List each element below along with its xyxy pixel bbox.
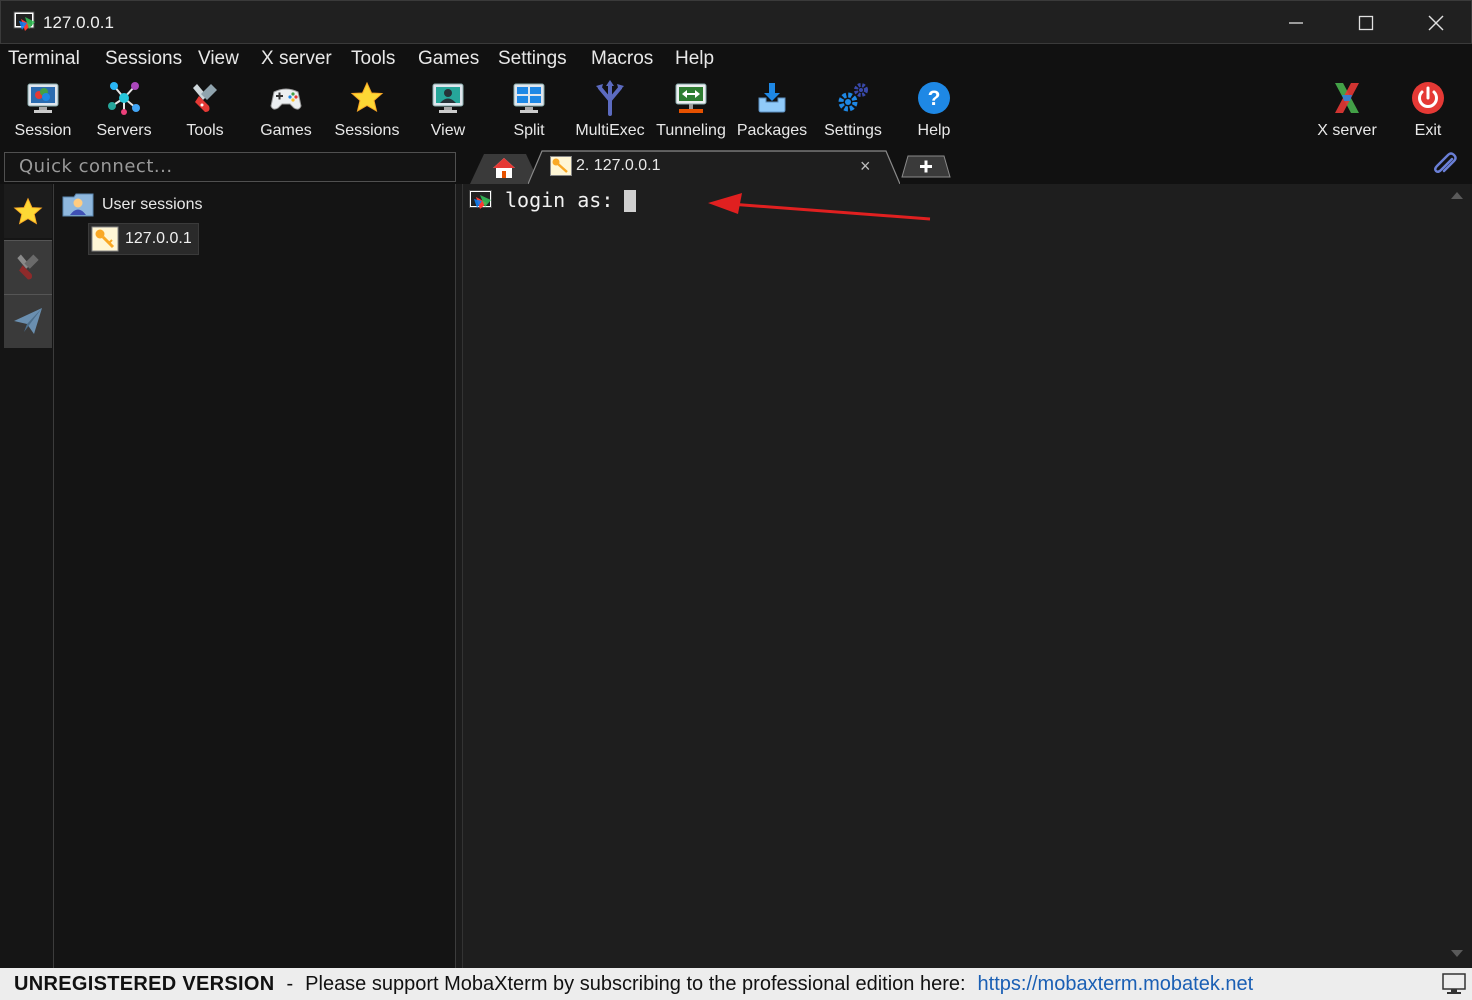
status-separator: - — [286, 972, 294, 995]
games-button[interactable]: Games — [246, 78, 326, 144]
tunneling-button[interactable]: Tunneling — [651, 78, 731, 144]
mobaxterm-app-icon — [13, 11, 35, 31]
servers-button[interactable]: Servers — [84, 78, 164, 144]
view-monitor-icon — [432, 83, 464, 113]
sidebar-sftp-tab[interactable] — [4, 294, 52, 348]
main-toolbar: Session Servers Tools Games Sessions Vie… — [0, 74, 1472, 148]
sidebar-tabs — [0, 184, 54, 968]
quick-connect-input[interactable]: Quick connect... — [4, 152, 456, 182]
menu-settings[interactable]: Settings — [498, 48, 567, 70]
terminal-view[interactable]: login as: — [462, 184, 1444, 968]
title-bar: 127.0.0.1 — [0, 0, 1472, 44]
tab-close-button[interactable]: × — [860, 156, 871, 177]
home-icon — [493, 158, 515, 178]
menu-sessions[interactable]: Sessions — [105, 48, 182, 70]
session-button[interactable]: Session — [3, 78, 83, 144]
terminal-scrollbar[interactable] — [1444, 184, 1470, 968]
sessions-button[interactable]: Sessions — [327, 78, 407, 144]
menu-tools[interactable]: Tools — [351, 48, 395, 70]
help-button[interactable]: ? Help — [894, 78, 974, 144]
split-button[interactable]: Split — [489, 78, 569, 144]
star-icon — [13, 197, 43, 225]
unregistered-label: UNREGISTERED VERSION — [14, 972, 275, 995]
help-label: Help — [917, 122, 951, 139]
multiexec-button[interactable]: MultiExec — [570, 78, 650, 144]
packages-download-icon — [758, 83, 786, 113]
tree-folder-user-sessions[interactable]: User sessions — [62, 192, 202, 218]
tree-item-session[interactable]: 127.0.0.1 — [88, 223, 199, 255]
menu-games[interactable]: Games — [418, 48, 479, 70]
plus-icon — [901, 155, 951, 178]
subscribe-link[interactable]: https://mobaxterm.mobatek.net — [978, 973, 1254, 996]
terminal-cursor — [624, 190, 636, 212]
ssh-key-icon — [91, 226, 119, 252]
view-button[interactable]: View — [408, 78, 488, 144]
status-bar: UNREGISTERED VERSION - Please support Mo… — [0, 968, 1472, 1000]
sidebar-sessions-tab[interactable] — [4, 184, 52, 238]
menu-x-server[interactable]: X server — [261, 48, 332, 70]
menu-bar: Terminal Sessions View X server Tools Ga… — [0, 44, 1472, 74]
maximize-button[interactable] — [1331, 1, 1401, 45]
monitor-icon[interactable] — [1442, 973, 1466, 995]
exit-button[interactable]: Exit — [1388, 78, 1468, 144]
tools-knife-icon — [193, 84, 217, 112]
terminal-login-prompt: login as: — [505, 188, 614, 212]
session-monitor-icon — [27, 83, 59, 113]
close-window-button[interactable] — [1401, 1, 1471, 45]
annotation-arrow — [708, 193, 931, 221]
split-grid-icon — [513, 83, 545, 113]
scroll-down-arrow-icon[interactable] — [1451, 950, 1463, 957]
ssh-key-icon — [550, 156, 572, 176]
tools-knife-icon — [17, 254, 39, 280]
menu-macros[interactable]: Macros — [591, 48, 653, 70]
multiexec-fork-icon — [596, 80, 624, 116]
status-message: Please support MobaXterm by subscribing … — [305, 972, 966, 995]
tab-bar: Quick connect... 2. 127.0.0.1 × — [0, 148, 1472, 185]
menu-help[interactable]: Help — [675, 48, 714, 70]
menu-view[interactable]: View — [198, 48, 239, 70]
settings-gears-icon — [838, 83, 868, 112]
svg-text:?: ? — [928, 87, 941, 110]
close-icon — [1428, 15, 1444, 31]
x-server-button[interactable]: X server — [1307, 78, 1387, 144]
tab-session-label: 2. 127.0.0.1 — [576, 157, 661, 174]
tools-button[interactable]: Tools — [165, 78, 245, 144]
new-tab-button[interactable] — [900, 154, 952, 178]
paper-plane-icon — [14, 308, 42, 334]
gamepad-icon — [270, 88, 302, 110]
sidebar-tools-tab[interactable] — [4, 240, 52, 294]
power-icon — [1412, 82, 1444, 114]
xserver-icon — [1335, 83, 1359, 113]
tab-session-127-0-0-1[interactable]: 2. 127.0.0.1 × — [527, 150, 901, 185]
terminal-session-icon — [469, 190, 492, 209]
help-icon: ? — [918, 82, 950, 114]
maximize-icon — [1358, 15, 1374, 31]
star-icon — [350, 81, 384, 113]
tree-folder-label: User sessions — [102, 196, 203, 213]
tree-item-label: 127.0.0.1 — [125, 230, 192, 247]
window-title: 127.0.0.1 — [43, 13, 114, 32]
minimize-button[interactable] — [1261, 1, 1331, 45]
paperclip-icon[interactable] — [1432, 152, 1458, 178]
minimize-icon — [1289, 22, 1303, 24]
user-folder-icon — [62, 193, 94, 217]
tunneling-icon — [675, 83, 707, 113]
exit-label: Exit — [1414, 122, 1442, 139]
servers-network-icon — [108, 82, 140, 115]
menu-terminal[interactable]: Terminal — [8, 48, 80, 70]
packages-button[interactable]: Packages — [732, 78, 812, 144]
scroll-up-arrow-icon[interactable] — [1451, 192, 1463, 199]
settings-button[interactable]: Settings — [813, 78, 893, 144]
sessions-tree: User sessions 127.0.0.1 — [54, 184, 456, 968]
